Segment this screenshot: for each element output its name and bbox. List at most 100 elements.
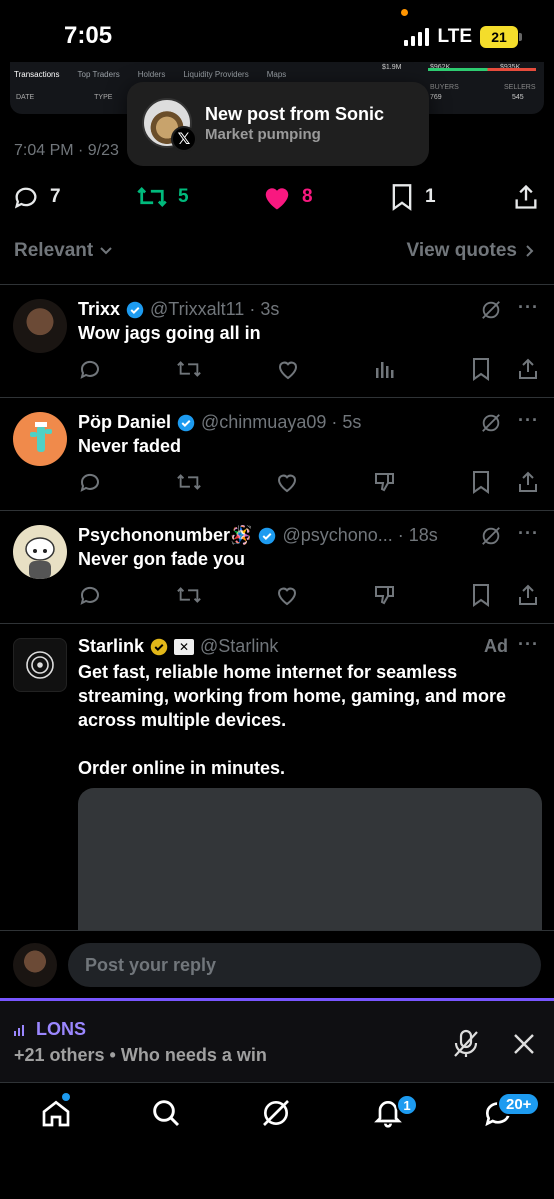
- toast-subtitle: Market pumping: [205, 126, 321, 143]
- heart-icon[interactable]: [275, 583, 299, 607]
- sellers-label: SELLERS: [504, 84, 536, 91]
- share-icon: [515, 184, 537, 209]
- heart-icon[interactable]: [275, 470, 299, 494]
- space-bar[interactable]: LONS +21 others • Who needs a win: [0, 998, 554, 1082]
- character-avatar-icon: [25, 537, 55, 579]
- reply-input[interactable]: Post your reply: [68, 943, 541, 987]
- view-quotes-link[interactable]: View quotes: [406, 240, 534, 262]
- repost-count: 5: [178, 186, 189, 207]
- reply-item[interactable]: Psychononumber🪅 @psychono... · 18s ··· N…: [0, 511, 554, 623]
- grok-icon[interactable]: [480, 412, 502, 434]
- notifications-badge: 1: [396, 1094, 418, 1116]
- reply-icon: [14, 187, 37, 209]
- repost-icon[interactable]: [176, 357, 202, 381]
- repost-icon[interactable]: [176, 470, 202, 494]
- ad-media[interactable]: [78, 788, 542, 938]
- status-time: 7:05: [64, 22, 113, 49]
- audio-bars-icon: [14, 1024, 24, 1036]
- mic-off-icon[interactable]: [452, 1029, 480, 1059]
- heart-icon[interactable]: [276, 357, 300, 381]
- chevron-right-icon: [526, 245, 534, 257]
- reply-icon[interactable]: [78, 470, 102, 494]
- grok-icon[interactable]: [260, 1097, 292, 1129]
- verified-badge-icon: [177, 414, 195, 431]
- avatar[interactable]: [13, 525, 67, 579]
- avatar[interactable]: [13, 412, 67, 466]
- embed-tab: Holders: [137, 70, 166, 79]
- embed-tab: Transactions: [14, 70, 60, 79]
- bookmark-icon: [392, 184, 412, 211]
- reply-text: Wow jags going all in: [78, 323, 261, 343]
- reply-handle: @chinmuaya09 · 5s: [201, 412, 362, 432]
- ad-label: Ad: [484, 636, 508, 656]
- bookmark-icon[interactable]: [470, 470, 492, 494]
- share-button[interactable]: [512, 180, 540, 214]
- home-unread-dot: [62, 1093, 70, 1101]
- battery-icon: 21: [480, 26, 522, 48]
- buyers-value: 769: [430, 94, 442, 101]
- repost-icon: [137, 187, 167, 207]
- embed-subhead: DATE: [16, 94, 35, 101]
- home-icon[interactable]: [40, 1097, 72, 1129]
- reply-author-name[interactable]: Trixx: [78, 299, 120, 320]
- reply-author-name[interactable]: Psychononumber🪅: [78, 525, 252, 546]
- downvote-icon[interactable]: [373, 470, 397, 494]
- share-icon[interactable]: [516, 583, 540, 607]
- bookmark-button[interactable]: 1: [389, 180, 436, 214]
- buyers-label: BUYERS: [430, 84, 459, 91]
- reply-icon[interactable]: [78, 357, 102, 381]
- downvote-icon[interactable]: [373, 583, 397, 607]
- avatar[interactable]: [13, 638, 67, 692]
- reply-button[interactable]: 7: [12, 180, 61, 214]
- sort-dropdown[interactable]: Relevant: [14, 240, 113, 262]
- share-icon[interactable]: [516, 470, 540, 494]
- cactus-avatar-icon: [30, 422, 52, 452]
- avatar[interactable]: [13, 299, 67, 353]
- more-options-icon[interactable]: ···: [518, 297, 539, 318]
- grok-icon[interactable]: [480, 299, 502, 321]
- starlink-logo-icon: [26, 651, 54, 679]
- bookmark-count: 1: [425, 186, 436, 207]
- sort-label: Relevant: [14, 240, 94, 261]
- verified-badge-icon: [126, 301, 144, 318]
- ad-author-name[interactable]: Starlink: [78, 636, 144, 657]
- bookmark-icon[interactable]: [470, 357, 492, 381]
- repost-icon[interactable]: [176, 583, 202, 607]
- bottom-tab-bar: [0, 1082, 554, 1199]
- reply-count: 7: [50, 186, 61, 207]
- embed-tab: Maps: [266, 70, 287, 79]
- embed-tab: Top Traders: [77, 70, 120, 79]
- status-indicators: LTE 21: [403, 26, 522, 48]
- embed-tabs: Transactions Top Traders Holders Liquidi…: [14, 70, 286, 79]
- heart-filled-icon: [265, 188, 289, 210]
- signal-icon: [403, 28, 429, 46]
- embed-tab: Liquidity Providers: [183, 70, 249, 79]
- messages-badge: 20+: [497, 1092, 541, 1116]
- buy-sell-bar: [428, 68, 536, 71]
- reply-composer: Post your reply: [0, 930, 554, 998]
- reply-item[interactable]: Trixx @Trixxalt11 · 3s ··· Wow jags goin…: [0, 285, 554, 397]
- views-icon[interactable]: [374, 358, 396, 380]
- embed-stat: $1.9M: [382, 64, 402, 71]
- repost-button[interactable]: 5: [136, 180, 189, 214]
- reply-handle: @psychono... · 18s: [282, 525, 438, 545]
- bookmark-icon[interactable]: [470, 583, 492, 607]
- more-options-icon[interactable]: ···: [518, 523, 539, 544]
- reply-item[interactable]: Pöp Daniel @chinmuaya09 · 5s ··· Never f…: [0, 398, 554, 510]
- share-icon[interactable]: [516, 357, 540, 381]
- grok-icon[interactable]: [480, 525, 502, 547]
- search-icon[interactable]: [150, 1097, 182, 1129]
- ad-handle: @Starlink: [200, 636, 279, 656]
- reply-text: Never gon fade you: [78, 549, 246, 569]
- reply-author-name[interactable]: Pöp Daniel: [78, 412, 171, 433]
- more-options-icon[interactable]: ···: [518, 634, 539, 655]
- more-options-icon[interactable]: ···: [518, 410, 539, 431]
- new-post-toast[interactable]: 𝕏 New post from Sonic Market pumping: [127, 82, 429, 166]
- network-type: LTE: [437, 26, 472, 47]
- embed-subheads: DATE TYPE: [16, 94, 112, 101]
- like-button[interactable]: 8: [262, 180, 313, 214]
- close-icon[interactable]: [513, 1033, 535, 1055]
- reply-icon[interactable]: [78, 583, 102, 607]
- embed-subhead: TYPE: [94, 94, 113, 101]
- like-count: 8: [302, 186, 313, 207]
